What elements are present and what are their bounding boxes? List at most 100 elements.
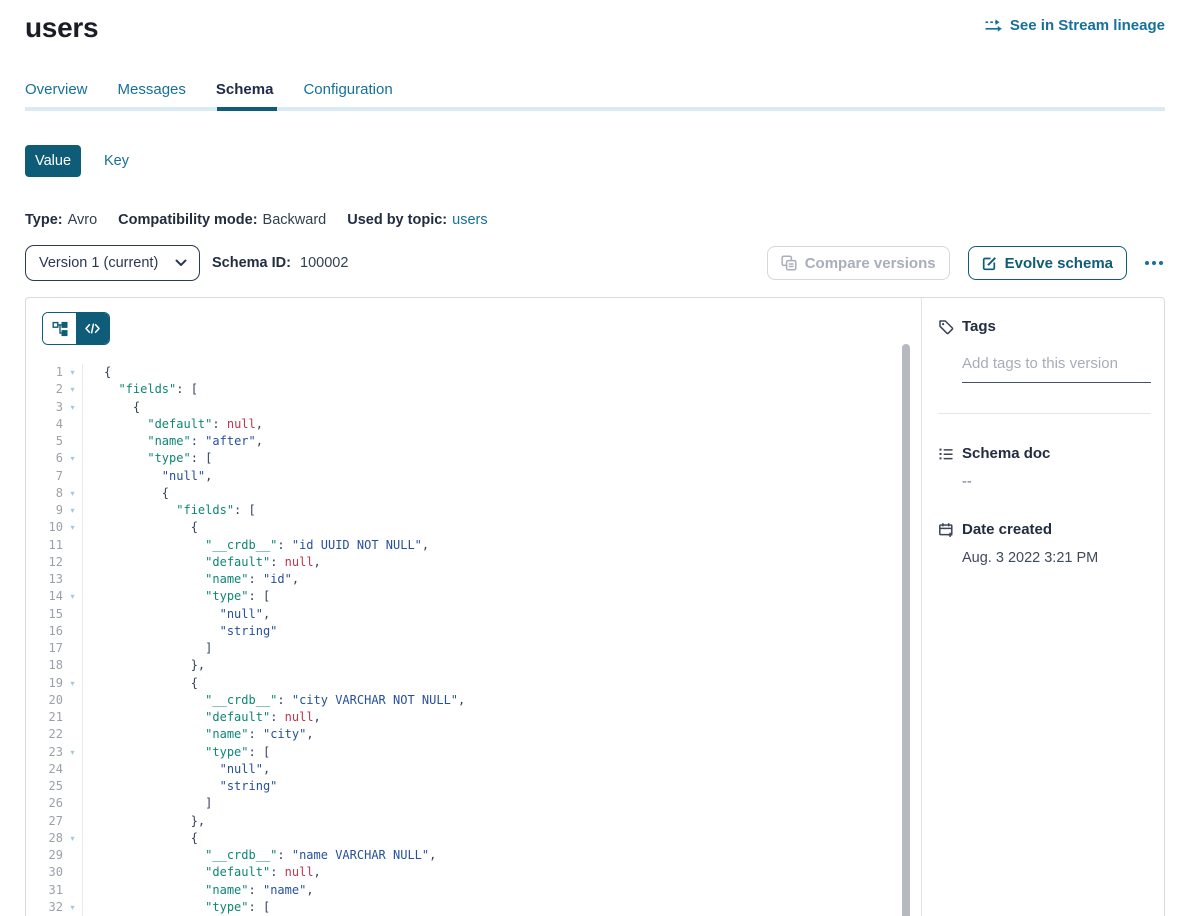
evolve-schema-button[interactable]: Evolve schema [968, 246, 1127, 280]
line-number: 27 [26, 813, 63, 830]
gutter: 6▾ [26, 450, 83, 467]
code-line: 11 "__crdb__": "id UUID NOT NULL", [26, 537, 921, 554]
editor-scrollbar[interactable] [902, 344, 910, 916]
code-view-button[interactable] [76, 313, 109, 344]
tab-configuration[interactable]: Configuration [303, 81, 392, 107]
date-created-section: Date created Aug. 3 2022 3:21 PM [938, 521, 1151, 566]
fold-spacer [63, 813, 82, 830]
fold-spacer [63, 433, 82, 450]
line-number: 29 [26, 847, 63, 864]
fold-arrow-icon[interactable]: ▾ [63, 675, 82, 692]
fold-spacer [63, 640, 82, 657]
tab-messages[interactable]: Messages [118, 81, 186, 107]
gutter: 20 [26, 692, 83, 709]
fold-arrow-icon[interactable]: ▾ [63, 485, 82, 502]
fold-arrow-icon[interactable]: ▾ [63, 744, 82, 761]
line-number: 17 [26, 640, 63, 657]
gutter: 23▾ [26, 744, 83, 761]
more-actions-button[interactable] [1143, 257, 1165, 269]
schema-actions: Compare versions Evolve schema [767, 246, 1165, 280]
code-text: "default": null, [83, 864, 321, 881]
code-line: 17 ] [26, 640, 921, 657]
gutter: 7 [26, 468, 83, 485]
tags-input[interactable] [962, 355, 1151, 383]
line-number: 16 [26, 623, 63, 640]
code-text: "fields": [ [83, 502, 256, 519]
code-text: { [83, 364, 111, 381]
version-select[interactable]: Version 1 (current) [25, 245, 200, 281]
line-number: 22 [26, 726, 63, 743]
compare-versions-button[interactable]: Compare versions [767, 246, 950, 280]
key-tab-button[interactable]: Key [104, 153, 129, 169]
code-line: 30 "default": null, [26, 864, 921, 881]
line-number: 2 [26, 381, 63, 398]
code-text: "null", [83, 606, 270, 623]
gutter: 26 [26, 795, 83, 812]
tab-schema[interactable]: Schema [216, 81, 274, 107]
stream-lineage-link[interactable]: See in Stream lineage [985, 17, 1165, 34]
code-line: 1▾{ [26, 364, 921, 381]
stream-lineage-icon [985, 19, 1003, 32]
code-text: }, [83, 657, 205, 674]
line-number: 4 [26, 416, 63, 433]
line-number: 19 [26, 675, 63, 692]
gutter: 11 [26, 537, 83, 554]
schema-code-editor[interactable]: 1▾{2▾ "fields": [3▾ {4 "default": null,5… [26, 298, 921, 916]
active-tab-indicator [217, 107, 277, 111]
meta-value: Avro [68, 212, 98, 228]
code-line: 31 "name": "name", [26, 882, 921, 899]
code-line: 12 "default": null, [26, 554, 921, 571]
line-number: 15 [26, 606, 63, 623]
gutter: 12 [26, 554, 83, 571]
gutter: 17 [26, 640, 83, 657]
fold-arrow-icon[interactable]: ▾ [63, 899, 82, 916]
code-text: "string" [83, 623, 277, 640]
code-line: 22 "name": "city", [26, 726, 921, 743]
schema-id: Schema ID: 100002 [212, 255, 348, 271]
fold-arrow-icon[interactable]: ▾ [63, 830, 82, 847]
code-line: 27 }, [26, 813, 921, 830]
line-number: 26 [26, 795, 63, 812]
fold-spacer [63, 761, 82, 778]
meta-label: Compatibility mode: [118, 212, 257, 228]
gutter: 5 [26, 433, 83, 450]
tab-overview[interactable]: Overview [25, 81, 88, 107]
gutter: 15 [26, 606, 83, 623]
fold-arrow-icon[interactable]: ▾ [63, 381, 82, 398]
line-number: 31 [26, 882, 63, 899]
line-number: 14 [26, 588, 63, 605]
tree-view-button[interactable] [43, 313, 76, 344]
fold-spacer [63, 571, 82, 588]
fold-spacer [63, 537, 82, 554]
compare-icon [781, 255, 797, 271]
line-number: 12 [26, 554, 63, 571]
sidebar-divider [938, 413, 1151, 414]
fold-spacer [63, 847, 82, 864]
fold-spacer [63, 623, 82, 640]
code-text: { [83, 830, 198, 847]
code-line: 21 "default": null, [26, 709, 921, 726]
tab-underline-track [25, 107, 1165, 111]
code-text: "name": "after", [83, 433, 263, 450]
code-line: 4 "default": null, [26, 416, 921, 433]
code-text: "__crdb__": "name VARCHAR NULL", [83, 847, 436, 864]
meta-value-link[interactable]: users [452, 212, 487, 228]
schema-doc-value: -- [962, 474, 1151, 490]
fold-arrow-icon[interactable]: ▾ [63, 450, 82, 467]
fold-arrow-icon[interactable]: ▾ [63, 519, 82, 536]
value-tab-button[interactable]: Value [25, 145, 81, 177]
code-line: 32▾ "type": [ [26, 899, 921, 916]
code-text: "default": null, [83, 554, 321, 571]
gutter: 8▾ [26, 485, 83, 502]
line-number: 8 [26, 485, 63, 502]
fold-arrow-icon[interactable]: ▾ [63, 502, 82, 519]
code-text: { [83, 485, 169, 502]
fold-arrow-icon[interactable]: ▾ [63, 364, 82, 381]
schema-meta: Type:AvroCompatibility mode:BackwardUsed… [25, 212, 1189, 228]
fold-arrow-icon[interactable]: ▾ [63, 399, 82, 416]
fold-arrow-icon[interactable]: ▾ [63, 588, 82, 605]
code-text: "type": [ [83, 588, 270, 605]
gutter: 21 [26, 709, 83, 726]
code-line: 13 "name": "id", [26, 571, 921, 588]
meta-label: Used by topic: [347, 212, 447, 228]
